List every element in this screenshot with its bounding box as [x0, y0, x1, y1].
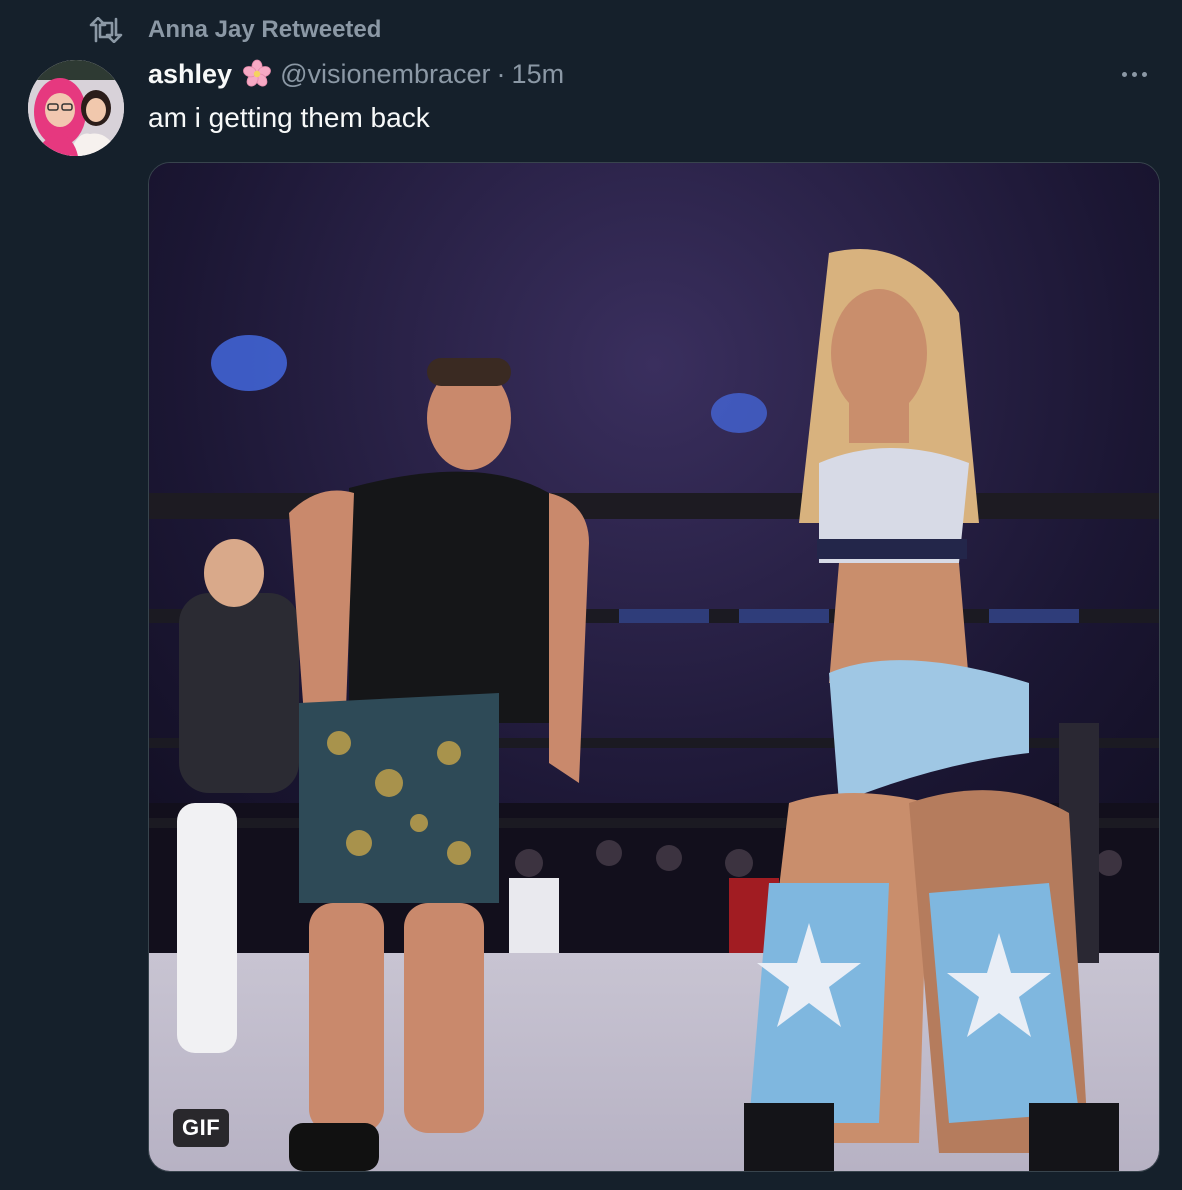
user-handle[interactable]: @visionembracer — [280, 59, 490, 90]
gif-media[interactable]: GIF — [148, 162, 1160, 1172]
retweeted-by-label: Anna Jay Retweeted — [148, 16, 382, 43]
separator-dot: · — [496, 58, 506, 89]
tweet-text: am i getting them back — [148, 102, 430, 133]
more-horizontal-icon[interactable] — [1114, 60, 1154, 88]
avatar[interactable] — [28, 60, 124, 156]
tweet-header: ashley @visionembracer · 15m — [148, 56, 564, 92]
cherry-blossom-icon — [242, 59, 272, 89]
retweet-icon — [88, 16, 124, 44]
gif-frame — [149, 163, 1159, 1171]
display-name[interactable]: ashley — [148, 59, 232, 90]
tweet[interactable]: Anna Jay Retweeted ashley @visionembrace… — [0, 0, 1182, 1190]
retweet-context[interactable]: Anna Jay Retweeted — [88, 14, 381, 46]
gif-badge: GIF — [173, 1109, 230, 1147]
timestamp[interactable]: 15m — [512, 59, 565, 90]
